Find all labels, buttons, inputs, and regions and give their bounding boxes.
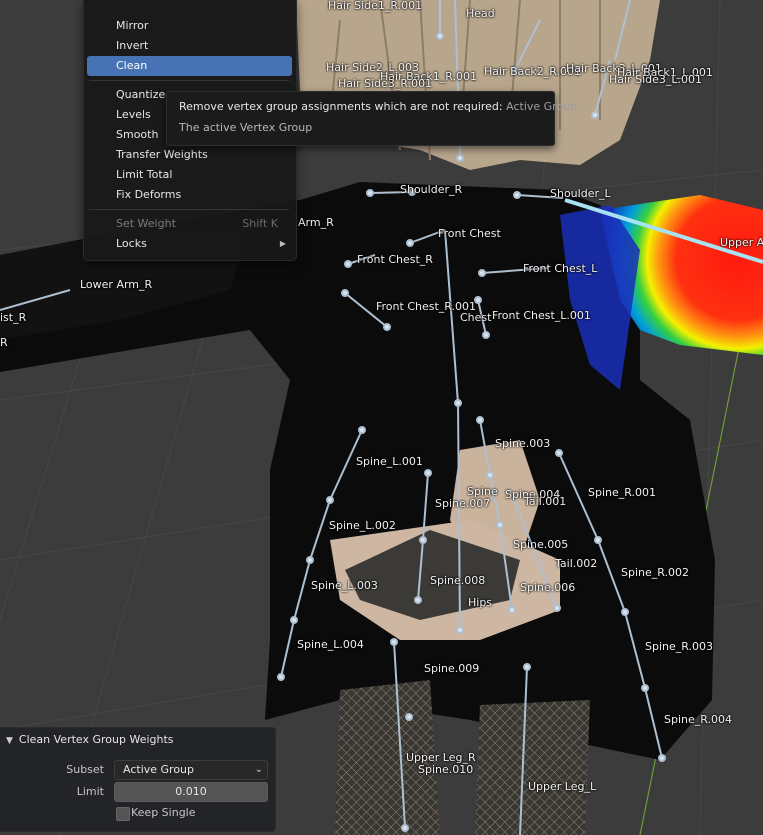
subset-dropdown[interactable]: Active Group ⌄	[114, 760, 268, 780]
limit-label: Limit	[76, 785, 104, 798]
operator-panel-header[interactable]: ▼ Clean Vertex Group Weights	[6, 733, 174, 746]
subset-value: Active Group	[123, 763, 195, 776]
right-leg-mesh	[475, 700, 590, 835]
menu-separator	[89, 80, 289, 81]
shortcut-label: Shift K	[242, 217, 278, 230]
submenu-arrow-icon: ▶	[279, 239, 286, 248]
limit-field[interactable]: 0.010	[114, 782, 268, 802]
tooltip-text: Remove vertex group assignments which ar…	[179, 100, 503, 113]
menu-item-set-weight[interactable]: Set Weight Shift K	[87, 214, 292, 234]
subset-label: Subset	[66, 763, 104, 776]
keep-single-label[interactable]: Keep Single	[131, 806, 196, 819]
tooltip-value: Active Group	[506, 100, 578, 113]
menu-item-clean[interactable]: Clean	[87, 56, 292, 76]
tooltip-description: Remove vertex group assignments which ar…	[179, 100, 577, 113]
menu-item-invert[interactable]: Invert	[87, 36, 292, 56]
menu-item-limit-total[interactable]: Limit Total	[87, 165, 292, 185]
menu-item-locks[interactable]: Locks ▶	[87, 234, 292, 254]
tooltip-detail: The active Vertex Group	[179, 121, 313, 134]
menu-item-locks-label: Locks	[116, 237, 147, 250]
keep-single-checkbox[interactable]	[116, 807, 130, 821]
menu-separator	[89, 209, 289, 210]
menu-item-transfer-weights[interactable]: Transfer Weights	[87, 145, 292, 165]
chevron-down-icon: ⌄	[254, 764, 263, 775]
left-leg-mesh	[335, 680, 440, 835]
chevron-down-icon[interactable]: ▼	[6, 736, 13, 746]
menu-item-set-weight-label: Set Weight	[116, 217, 176, 230]
menu-item-fix-deforms[interactable]: Fix Deforms	[87, 185, 292, 205]
operator-panel: ▼ Clean Vertex Group Weights Subset Activ…	[0, 727, 276, 832]
tooltip: Remove vertex group assignments which ar…	[166, 91, 577, 146]
operator-panel-title: Clean Vertex Group Weights	[18, 733, 174, 746]
jacket-mesh	[0, 182, 763, 760]
menu-item-mirror[interactable]: Mirror	[87, 16, 292, 36]
